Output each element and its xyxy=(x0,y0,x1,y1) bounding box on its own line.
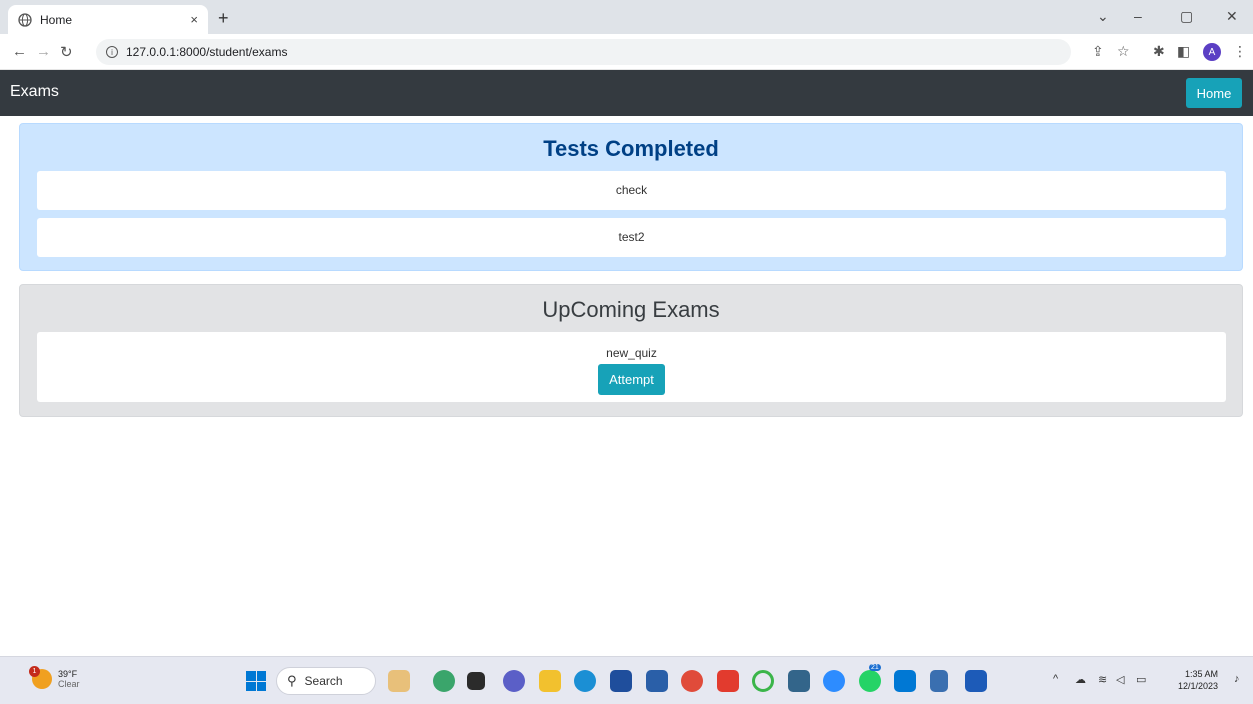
notepad-icon[interactable] xyxy=(930,670,948,692)
app-icon[interactable] xyxy=(717,670,739,692)
clock-time: 1:35 AM xyxy=(1185,669,1219,679)
list-item: new_quiz Attempt xyxy=(37,332,1226,402)
word-icon[interactable] xyxy=(965,670,987,692)
taskbar-search-label: Search xyxy=(304,674,343,688)
profile-avatar[interactable]: A xyxy=(1203,43,1221,61)
browser-tab-strip: Home × + ⌄ – ▢ ✕ xyxy=(0,0,1253,34)
weather-sun-icon: 1 xyxy=(29,666,52,689)
browser-toolbar: ← → ↻ i 127.0.0.1:8000/student/exams ⇪ ☆… xyxy=(0,34,1253,70)
notification-bell-icon[interactable]: ♪ xyxy=(1234,673,1240,685)
extensions-icon[interactable]: ✱ xyxy=(1153,43,1165,60)
notification-badge: 1 xyxy=(29,666,40,677)
home-button[interactable]: Home xyxy=(1186,78,1242,108)
upcoming-exam-name: new_quiz xyxy=(606,346,657,360)
file-explorer-icon[interactable] xyxy=(539,670,561,692)
list-item: check xyxy=(37,171,1226,210)
bookmark-star-icon[interactable]: ☆ xyxy=(1117,43,1130,60)
tab-title: Home xyxy=(40,12,73,27)
app-icon[interactable] xyxy=(646,670,668,692)
copilot-icon[interactable] xyxy=(433,670,455,692)
minimize-button[interactable]: – xyxy=(1134,8,1142,24)
clock-date: 12/1/2023 xyxy=(1178,681,1219,691)
browser-tab[interactable]: Home × xyxy=(8,5,208,34)
share-icon[interactable]: ⇪ xyxy=(1092,43,1104,60)
back-icon[interactable]: ← xyxy=(12,43,27,60)
volume-icon[interactable]: ◁ xyxy=(1116,673,1124,686)
vscode-icon[interactable] xyxy=(894,670,916,692)
upcoming-exams-panel: UpComing Exams new_quiz Attempt xyxy=(19,284,1243,417)
navbar-brand[interactable]: Exams xyxy=(10,83,59,101)
pgadmin-icon[interactable] xyxy=(788,670,810,692)
maximize-button[interactable]: ▢ xyxy=(1180,8,1193,25)
wifi-icon[interactable]: ≋ xyxy=(1098,673,1107,686)
taskbar-clock[interactable]: 1:35 AM 12/1/2023 xyxy=(1178,668,1218,692)
tab-search-icon[interactable]: ⌄ xyxy=(1097,8,1109,25)
zoom-icon[interactable] xyxy=(823,670,845,692)
close-window-button[interactable]: ✕ xyxy=(1226,8,1238,25)
address-bar[interactable]: i 127.0.0.1:8000/student/exams xyxy=(96,39,1071,65)
battery-icon[interactable]: ▭ xyxy=(1136,673,1146,686)
app-badge: 21 xyxy=(869,664,881,671)
app-navbar: Exams xyxy=(0,70,1253,116)
app-icon[interactable] xyxy=(752,670,774,692)
weather-temp: 39°F xyxy=(58,669,78,679)
windows-start-icon[interactable] xyxy=(246,671,266,691)
upcoming-exams-title: UpComing Exams xyxy=(542,297,720,322)
taskbar-search[interactable]: ⚲ Search xyxy=(276,667,376,695)
attempt-button[interactable]: Attempt xyxy=(598,364,665,395)
completed-test-name: check xyxy=(615,183,648,197)
whatsapp-icon[interactable]: 21 xyxy=(859,664,881,692)
tests-completed-title: Tests Completed xyxy=(543,136,719,161)
task-view-icon[interactable] xyxy=(467,672,485,690)
new-tab-button[interactable]: + xyxy=(218,8,229,29)
address-url: 127.0.0.1:8000/student/exams xyxy=(126,45,288,59)
store-icon[interactable] xyxy=(610,670,632,692)
chrome-icon[interactable] xyxy=(681,670,703,692)
onedrive-icon[interactable]: ☁ xyxy=(1075,673,1086,686)
reload-icon[interactable]: ↻ xyxy=(60,43,73,61)
list-item: test2 xyxy=(37,218,1226,257)
side-panel-icon[interactable]: ◧ xyxy=(1177,43,1190,60)
edge-icon[interactable] xyxy=(574,670,596,692)
windows-taskbar: 1 39°F Clear ⚲ Search 21 ^ ☁ ≋ ◁ ▭ 1:35 … xyxy=(0,656,1253,704)
weather-desc: Clear xyxy=(58,679,80,689)
info-icon[interactable]: i xyxy=(106,46,118,58)
forward-icon[interactable]: → xyxy=(36,43,51,60)
chat-icon[interactable] xyxy=(503,670,525,692)
globe-icon xyxy=(18,12,32,27)
tests-completed-panel: Tests Completed check test2 xyxy=(19,123,1243,271)
menu-kebab-icon[interactable]: ⋮ xyxy=(1233,43,1247,60)
weather-widget[interactable]: 1 39°F Clear xyxy=(29,666,80,689)
paint-icon[interactable] xyxy=(388,670,410,692)
completed-test-name: test2 xyxy=(618,230,645,244)
tab-close-icon[interactable]: × xyxy=(190,12,198,27)
tray-chevron-icon[interactable]: ^ xyxy=(1053,673,1058,685)
search-icon: ⚲ xyxy=(287,673,297,688)
